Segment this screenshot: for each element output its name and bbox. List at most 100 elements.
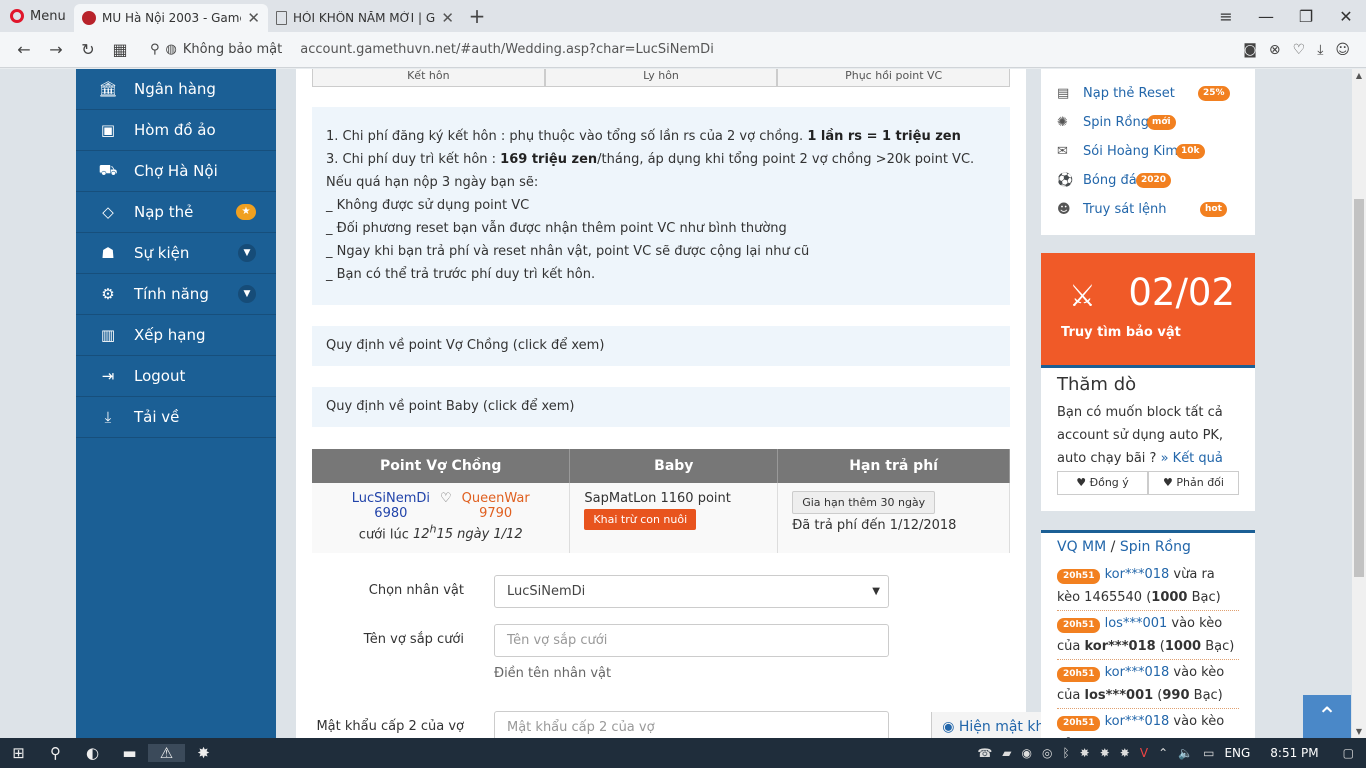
tab-divorce[interactable]: Ly hôn [544, 69, 778, 87]
user-link[interactable]: los***001 [1105, 616, 1168, 631]
globe-icon: ◍ [165, 42, 177, 57]
spin-dragon-link[interactable]: Spin Rồng [1120, 539, 1191, 555]
heart-icon[interactable]: ♡ [1293, 42, 1306, 58]
baby-cell: SapMatLon 1160 point Khai trừ con nuôi [569, 483, 779, 553]
clock[interactable]: 8:51 PM [1270, 746, 1318, 760]
sidebar-item-features[interactable]: ⚙ Tính năng ▼ [76, 274, 276, 315]
notice-bullet: _ Không được sử dụng point VC [326, 198, 530, 213]
window-controls: ≡ — ❐ ✕ [1206, 7, 1366, 26]
user-link[interactable]: kor***018 [1105, 714, 1170, 729]
sidebar-item-topup[interactable]: ◇ Nạp thẻ ★ [76, 192, 276, 233]
sidebar-item-bank[interactable]: 🏛 Ngân hàng [76, 69, 276, 110]
bluetooth-icon[interactable]: ᛒ [1062, 746, 1069, 760]
vq-mm-link[interactable]: VQ MM [1057, 539, 1106, 555]
opera-menu-button[interactable]: Menu [0, 0, 74, 32]
download-icon[interactable]: ⤓ [1317, 42, 1323, 58]
extend-30-days-button[interactable]: Gia hạn thêm 30 ngày [792, 491, 936, 514]
quick-link-spin-dragon[interactable]: ✺ Spin Rồng mới [1041, 108, 1255, 137]
character-select[interactable]: LucSiNemDi ▼ [494, 575, 889, 608]
tray-app-icon[interactable]: ☎ [977, 746, 992, 760]
time-badge: 20h51 [1057, 618, 1101, 633]
agree-button[interactable]: ♥ Đồng ý [1057, 471, 1148, 495]
notification-icon[interactable]: ▢ [1343, 746, 1354, 760]
tab-marry[interactable]: Kết hôn [312, 69, 545, 87]
search-icon[interactable]: ⚲ [37, 744, 74, 762]
windows-taskbar: ⊞ ⚲ ◐ ▬ ⚠ ✸ ☎ ▰ ◉ ◎ ᛒ ✸ ✸ ✸ V ⌃ 🔈 ▭ ENG … [0, 738, 1366, 768]
treasure-hunt-card[interactable]: ⚔ 02/02 Truy tìm bảo vật [1041, 253, 1255, 365]
block-icon[interactable]: ⊗ [1269, 42, 1281, 58]
forward-icon[interactable]: → [40, 40, 72, 59]
badge: 2020 [1136, 173, 1172, 188]
new-tab-button[interactable]: + [462, 4, 492, 28]
tab-restore-point[interactable]: Phục hồi point VC [777, 69, 1011, 87]
wedding-tabs: Kết hôn Ly hôn Phục hồi point VC [312, 69, 1011, 87]
poll-buttons: ♥ Đồng ý ♥ Phản đối [1057, 471, 1239, 495]
quick-link-hunt-order[interactable]: ☻ Truy sát lệnh hot [1041, 195, 1255, 224]
baby-point-rules-toggle[interactable]: Quy định về point Baby (click để xem) [312, 387, 1010, 427]
profile-icon[interactable]: ☺ [1335, 42, 1350, 58]
game-tray-icon[interactable]: ✸ [1120, 746, 1130, 760]
file-explorer-icon[interactable]: ▬ [111, 744, 148, 762]
sidebar-item-ranking[interactable]: ▥ Xếp hạng [76, 315, 276, 356]
network-icon[interactable]: ▭ [1203, 746, 1214, 760]
address-actions: ◙ ⊗ ♡ ⤓ ☺ [1243, 42, 1358, 58]
browser-tray-icon[interactable]: ◉ [1022, 746, 1032, 760]
sidebar-item-download[interactable]: ⤓ Tải về [76, 397, 276, 438]
close-window-icon[interactable]: ✕ [1326, 7, 1366, 26]
expel-baby-button[interactable]: Khai trừ con nuôi [584, 509, 697, 530]
reload-icon[interactable]: ↻ [72, 40, 104, 59]
chevron-down-icon[interactable]: ▼ [238, 244, 256, 262]
game-tray-icon[interactable]: ✸ [1100, 746, 1110, 760]
security-indicator[interactable]: ⚲ ◍ Không bảo mật [150, 42, 282, 57]
chevron-down-icon[interactable]: ▼ [238, 285, 256, 303]
camera-icon[interactable]: ◙ [1243, 42, 1257, 58]
form-row-password: Mật khẩu cấp 2 của vợ Mật khẩu cấp 2 của… [312, 711, 1072, 738]
close-tab-icon[interactable]: ✕ [247, 9, 260, 27]
grid-icon[interactable]: ▦ [104, 40, 136, 59]
badge: mới [1147, 115, 1176, 130]
browser-tab[interactable]: HỎI KHÔN NĂM MỚI | Gan ✕ [268, 4, 462, 32]
user-link[interactable]: kor***018 [1105, 665, 1170, 680]
scrollbar-thumb[interactable] [1354, 199, 1364, 577]
v-app-icon[interactable]: V [1140, 746, 1148, 760]
wife-points: 9790 [479, 506, 513, 521]
disagree-button[interactable]: ♥ Phản đối [1148, 471, 1239, 495]
windows-start-icon[interactable]: ⊞ [0, 744, 37, 762]
nvidia-icon[interactable]: ▰ [1002, 746, 1011, 760]
url-field[interactable]: account.gamethuvn.net/#auth/Wedding.asp?… [300, 42, 1243, 57]
scroll-down-icon[interactable]: ▼ [1352, 727, 1366, 736]
sidebar-item-virtual-chest[interactable]: ▣ Hòm đồ ảo [76, 110, 276, 151]
sidebar-item-market[interactable]: ⛟ Chợ Hà Nội [76, 151, 276, 192]
wife-name-input[interactable]: Tên vợ sắp cưới [494, 624, 889, 657]
minimize-icon[interactable]: — [1246, 7, 1286, 26]
warning-app-icon[interactable]: ⚠ [148, 744, 185, 762]
page-scrollbar[interactable]: ▲ ▼ [1352, 69, 1366, 738]
scroll-up-icon[interactable]: ▲ [1352, 71, 1366, 80]
quick-link-topup-reset[interactable]: ▤ Nạp thẻ Reset 25% [1041, 79, 1255, 108]
wife-password-input[interactable]: Mật khẩu cấp 2 của vợ ◉ Hiện mật khẩu [494, 711, 1072, 738]
husband-name[interactable]: LucSiNemDi [352, 491, 430, 506]
chevron-up-icon[interactable]: ⌃ [1158, 746, 1168, 760]
back-to-top-button[interactable]: ⌃ [1303, 695, 1351, 738]
back-icon[interactable]: ← [8, 40, 40, 59]
close-tab-icon[interactable]: ✕ [441, 9, 454, 27]
volume-icon[interactable]: 🔈 [1178, 746, 1193, 760]
game-app-icon[interactable]: ✸ [185, 744, 222, 762]
poll-question: Bạn có muốn block tất cả account sử dụng… [1057, 405, 1224, 466]
language-indicator[interactable]: ENG [1224, 746, 1250, 760]
tab-menu-icon[interactable]: ≡ [1206, 7, 1246, 26]
sidebar-item-logout[interactable]: ⇥ Logout [76, 356, 276, 397]
user-link[interactable]: kor***018 [1105, 567, 1170, 582]
sidebar-item-events[interactable]: ☗ Sự kiện ▼ [76, 233, 276, 274]
steam-icon[interactable]: ◎ [1042, 746, 1052, 760]
browser-tab-active[interactable]: MU Hà Nội 2003 - Gamethv ✕ [74, 4, 268, 32]
quick-link-golden-wolf[interactable]: ✉ Sói Hoàng Kim 10k [1041, 137, 1255, 166]
restore-icon[interactable]: ❐ [1286, 7, 1326, 26]
game-tray-icon[interactable]: ✸ [1080, 746, 1090, 760]
wife-name[interactable]: QueenWar [462, 491, 530, 506]
quick-link-football[interactable]: ⚽ Bóng đá 2020 [1041, 166, 1255, 195]
char-label: Chọn nhân vật [368, 583, 464, 598]
couple-point-rules-toggle[interactable]: Quy định về point Vợ Chồng (click để xem… [312, 326, 1010, 366]
edge-icon[interactable]: ◐ [74, 744, 111, 762]
poll-result-link[interactable]: » Kết quả [1161, 451, 1223, 466]
